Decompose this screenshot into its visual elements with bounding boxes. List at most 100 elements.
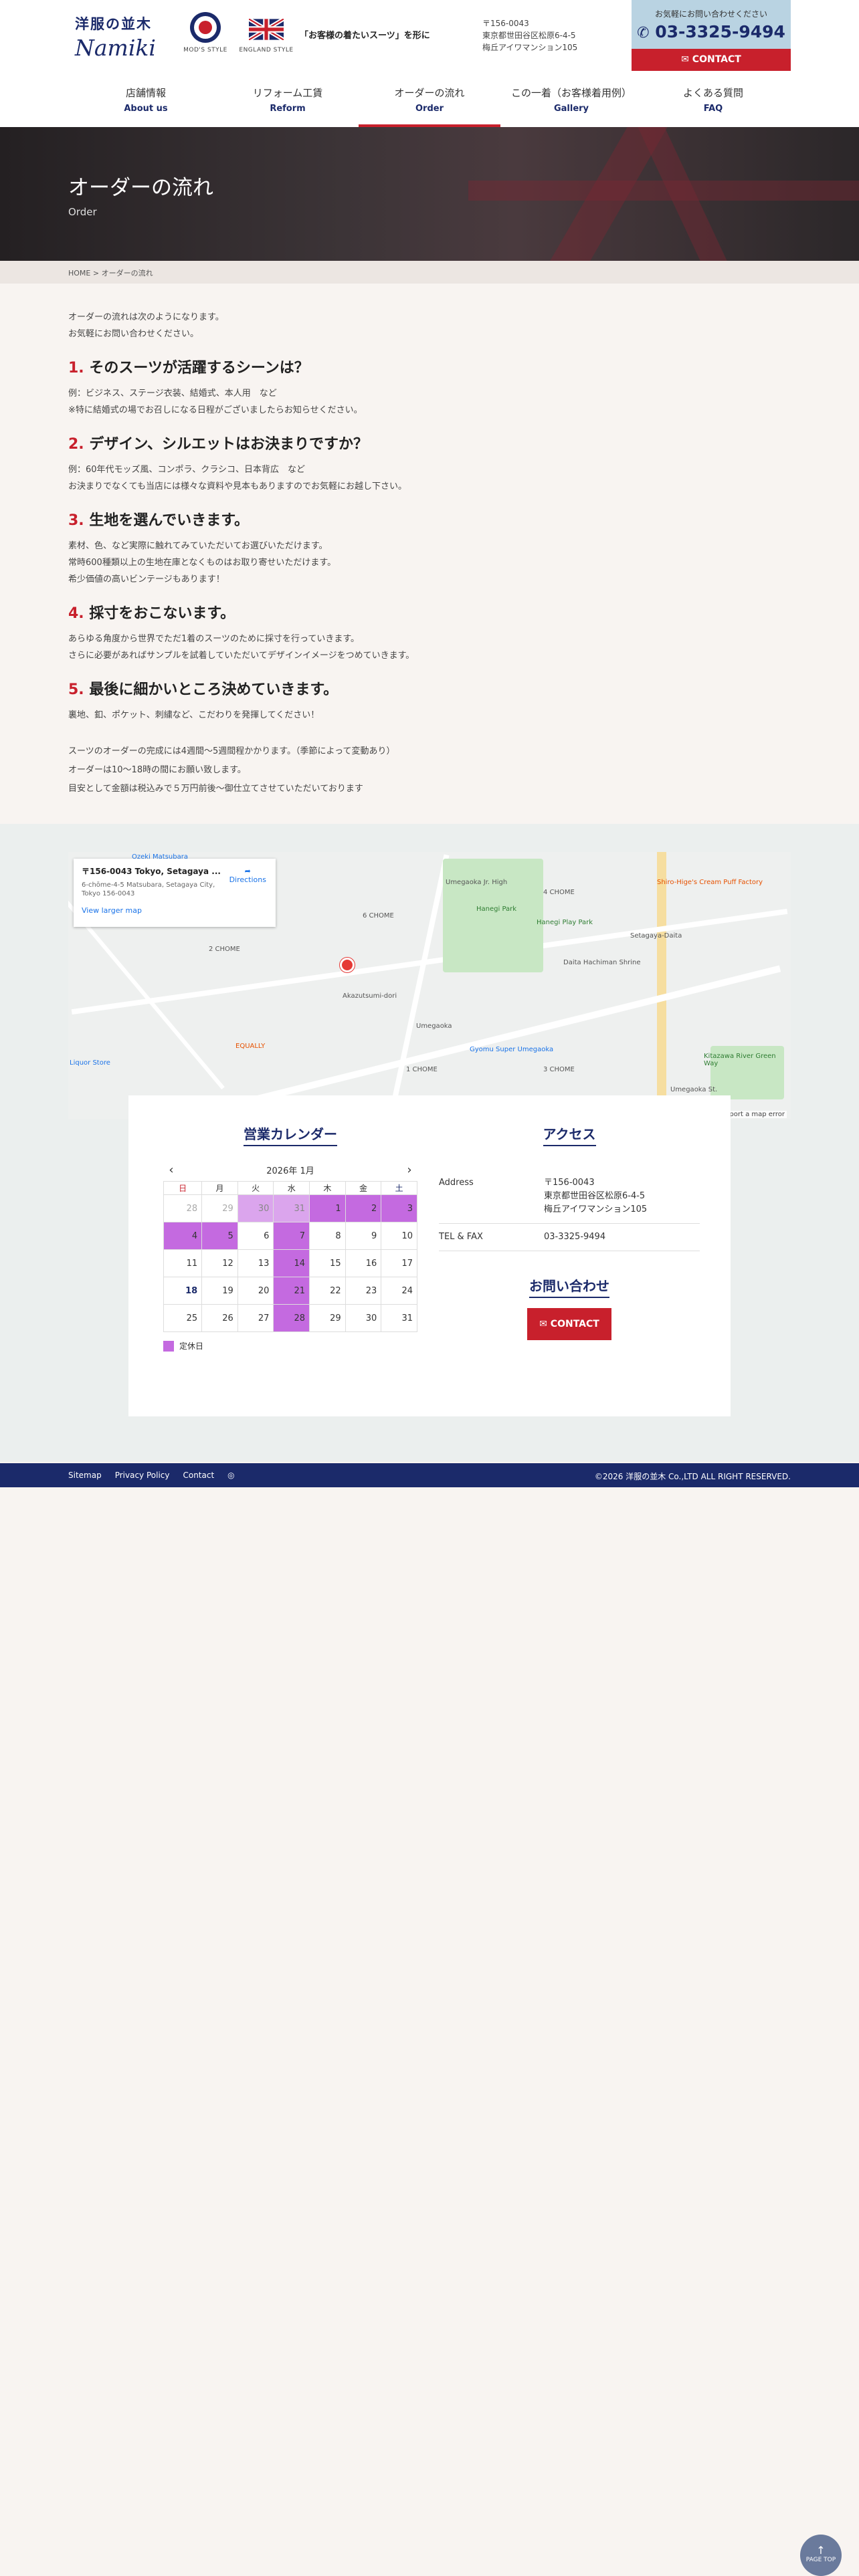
directions-button[interactable]: ➦ Directions bbox=[229, 867, 266, 884]
footer-links: Sitemap Privacy Policy Contact ◎ bbox=[68, 1471, 248, 1480]
inquiry-title-text: お問い合わせ bbox=[529, 1278, 609, 1298]
phone-icon: ✆ bbox=[637, 25, 650, 41]
view-larger-map-link[interactable]: View larger map bbox=[82, 906, 268, 915]
access-title: アクセス bbox=[439, 1123, 700, 1146]
map-label: Shiro-Hige's Cream Puff Factory bbox=[657, 879, 763, 886]
calendar-day-closed: 3 bbox=[381, 1194, 417, 1222]
step-4: 4. 採寸をおこないます。 あらゆる角度から世界でただ1着のスーツのために採寸を… bbox=[68, 601, 791, 664]
breadcrumb[interactable]: HOME > オーダーの流れ bbox=[68, 267, 153, 278]
calendar-day: 13 bbox=[237, 1249, 274, 1277]
inquiry-title: お問い合わせ bbox=[439, 1275, 700, 1298]
site-footer: Sitemap Privacy Policy Contact ◎ ©2026 洋… bbox=[0, 1463, 859, 1487]
calendar-header: ‹ 2026年 1月 › bbox=[163, 1163, 417, 1177]
calendar-title-text: 営業カレンダー bbox=[244, 1126, 337, 1146]
step-heading: 2. デザイン、シルエットはお決まりですか？ bbox=[68, 432, 791, 453]
nav-item-jp: よくある質問 bbox=[682, 87, 743, 99]
calendar-day-closed: 31 bbox=[273, 1194, 310, 1222]
map-label: Umegaoka Jr. High bbox=[446, 879, 508, 886]
nav-item-jp: リフォーム工賃 bbox=[252, 87, 323, 99]
calendar-day-closed: 28 bbox=[273, 1304, 310, 1332]
nav-item-order[interactable]: オーダーの流れ Order bbox=[359, 79, 500, 127]
mail-icon: ✉ bbox=[681, 54, 689, 65]
contact-button-label: CONTACT bbox=[550, 1319, 599, 1329]
calendar-day: 22 bbox=[309, 1277, 346, 1305]
inquiry-contact-button[interactable]: ✉ CONTACT bbox=[527, 1308, 611, 1340]
note-line: 目安として金額は税込みで５万円前後〜御仕立てさせていただいております bbox=[68, 784, 363, 794]
order-notes: スーツのオーダーの完成には4週間〜5週間程かかります。（季節によって変動あり） … bbox=[68, 742, 791, 798]
business-calendar: 営業カレンダー ‹ 2026年 1月 › 日月火水木金土 28 29 30 31 1 2 3… bbox=[163, 1123, 417, 1352]
calendar-day: 24 bbox=[381, 1277, 417, 1305]
step-line: 希少価値の高いビンテージもあります！ bbox=[68, 574, 225, 584]
calendar-day-closed: 30 bbox=[237, 1194, 274, 1222]
intro-line: お気軽にお問い合わせください。 bbox=[68, 329, 199, 339]
step-line: 例：60年代モッズ風、コンポラ、クラシコ、日本背広 など bbox=[68, 465, 306, 475]
england-style-badge: ENGLAND STYLE bbox=[238, 17, 294, 53]
calendar-day: 20 bbox=[237, 1277, 274, 1305]
step-5: 5. 最後に細かいところ決めていきます。 裏地、釦、ポケット、刺繍など、こだわり… bbox=[68, 677, 791, 724]
step-heading: 3. 生地を選んでいきます。 bbox=[68, 508, 791, 530]
calendar-day: 8 bbox=[309, 1222, 346, 1250]
nav-item-faq[interactable]: よくある質問 FAQ bbox=[642, 79, 784, 127]
calendar-week: 25 26 27 28 29 30 31 bbox=[163, 1304, 417, 1332]
mods-style-badge: MOD'S STYLE bbox=[182, 12, 229, 53]
intro-line: オーダーの流れは次のようになります。 bbox=[68, 312, 224, 322]
calendar-day-closed: 1 bbox=[309, 1194, 346, 1222]
step-heading: 1. そのスーツが活躍するシーンは？ bbox=[68, 356, 791, 377]
nav-item-en: FAQ bbox=[703, 104, 723, 114]
access-section: アクセス Address 〒156-0043 東京都世田谷区松原6-4-5 梅丘… bbox=[439, 1123, 700, 1340]
map-label: Akazutsumi-dori bbox=[343, 992, 397, 1000]
nav-item-reform[interactable]: リフォーム工賃 Reform bbox=[217, 79, 359, 127]
step-title: そのスーツが活躍するシーンは？ bbox=[89, 360, 309, 377]
phone-number[interactable]: ✆ 03-3325-9494 bbox=[632, 22, 791, 41]
map-label: Umegaoka St. bbox=[670, 1086, 718, 1093]
weekday-header: 金 bbox=[345, 1181, 382, 1195]
footer-link-contact[interactable]: Contact bbox=[183, 1471, 214, 1480]
calendar-day: 15 bbox=[309, 1249, 346, 1277]
map-label: Kitazawa River Green Way bbox=[704, 1053, 776, 1067]
footer-link-privacy[interactable]: Privacy Policy bbox=[115, 1471, 170, 1480]
nav-item-gallery[interactable]: この一着（お客様着用例） Gallery bbox=[500, 79, 642, 127]
calendar-month: 2026年 1月 bbox=[266, 1166, 314, 1176]
calendar-day: 31 bbox=[381, 1304, 417, 1332]
step-body: 素材、色、など実際に触れてみていただいてお選びいただけます。 常時600種類以上… bbox=[68, 538, 791, 588]
step-title: デザイン、シルエットはお決まりですか？ bbox=[89, 436, 369, 453]
instagram-icon[interactable]: ◎ bbox=[227, 1471, 234, 1480]
phone-panel[interactable]: お気軽にお問い合わせください ✆ 03-3325-9494 bbox=[632, 0, 791, 49]
logo-jp-text: 洋服の並木 bbox=[75, 15, 152, 32]
site-logo[interactable]: 洋服の並木 Namiki bbox=[75, 13, 166, 61]
map-label: Liquor Store bbox=[70, 1059, 110, 1067]
nav-item-en: Order bbox=[415, 104, 444, 114]
tagline: 「お客様の着たいスーツ」を形に bbox=[300, 31, 430, 41]
next-month-icon[interactable]: › bbox=[403, 1163, 416, 1177]
calendar-day: 17 bbox=[381, 1249, 417, 1277]
calendar-day: 26 bbox=[201, 1304, 238, 1332]
union-jack-icon bbox=[248, 17, 285, 42]
step-line: 裏地、釦、ポケット、刺繍など、こだわりを発揮してください！ bbox=[68, 710, 320, 720]
map-label: Hanegi Park bbox=[476, 905, 517, 913]
closed-day-swatch bbox=[163, 1340, 174, 1352]
weekday-header: 木 bbox=[309, 1181, 346, 1195]
nav-item-jp: この一着（お客様着用例） bbox=[510, 87, 632, 99]
calendar-day: 27 bbox=[237, 1304, 274, 1332]
step-title: 最後に細かいところ決めていきます。 bbox=[89, 681, 339, 698]
footer-link-sitemap[interactable]: Sitemap bbox=[68, 1471, 102, 1480]
page-top-button[interactable]: ↑ PAGE TOP bbox=[800, 2535, 842, 2576]
prev-month-icon[interactable]: ‹ bbox=[165, 1163, 178, 1177]
step-line: 常時600種類以上の生地在庫となくものはお取り寄せいただけます。 bbox=[68, 558, 337, 568]
map-label: 4 CHOME bbox=[543, 889, 575, 896]
roundel-icon bbox=[190, 12, 221, 43]
page-top-label: PAGE TOP bbox=[805, 2557, 836, 2563]
map-card-address: 6-chōme-4-5 Matsubara, Setagaya City, To… bbox=[82, 881, 215, 897]
nav-item-about[interactable]: 店舗情報 About us bbox=[75, 79, 217, 127]
mods-caption: MOD'S STYLE bbox=[183, 47, 227, 53]
step-body: あらゆる角度から世界でただ1着のスーツのために採寸を行っていきます。 さらに必要… bbox=[68, 631, 791, 664]
header-contact-box: お気軽にお問い合わせください ✆ 03-3325-9494 ✉ CONTACT bbox=[632, 0, 791, 71]
map-info-card: 〒156-0043 Tokyo, Setagaya ... 6-chōme-4-… bbox=[74, 859, 276, 927]
header-contact-button[interactable]: ✉ CONTACT bbox=[632, 49, 791, 71]
calendar-day: 23 bbox=[345, 1277, 382, 1305]
google-map[interactable]: Umegaoka Jr. High Hanegi Park Hanegi Pla… bbox=[68, 852, 791, 1119]
address-line: 〒156-0043 bbox=[544, 1178, 595, 1188]
step-body: 例：60年代モッズ風、コンポラ、クラシコ、日本背広 など お決まりでなくても当店… bbox=[68, 461, 791, 495]
tel-value[interactable]: 03-3325-9494 bbox=[544, 1223, 700, 1251]
map-marker-icon[interactable] bbox=[340, 958, 355, 972]
